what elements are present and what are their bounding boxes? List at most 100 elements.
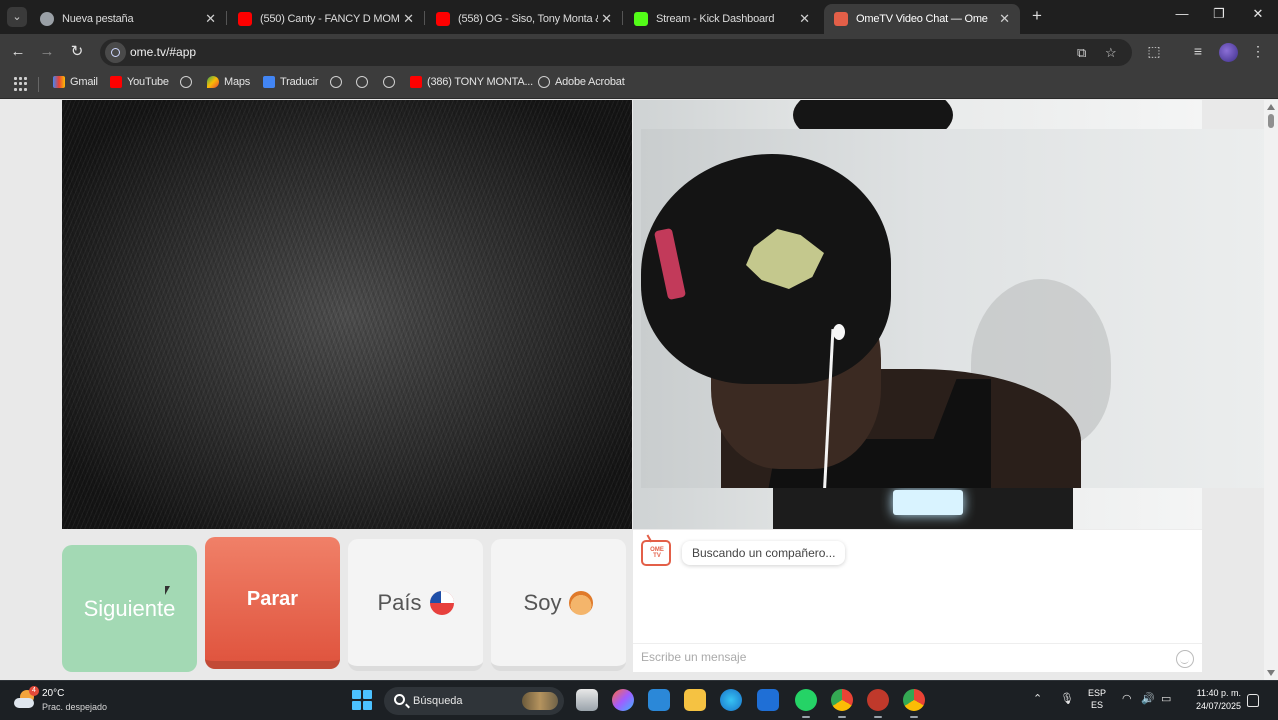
volume-icon[interactable]: 🔊 [1141, 692, 1155, 705]
bookmark-globe[interactable] [180, 76, 197, 88]
edge-icon[interactable] [720, 689, 742, 711]
tab-title: (558) OG - Siso, Tony Monta & [458, 13, 598, 25]
windows-start-icon[interactable] [352, 690, 372, 710]
bookmark-gmail[interactable]: Gmail [53, 76, 98, 88]
bookmark-label: Traducir [280, 76, 319, 88]
translate-icon [263, 76, 275, 88]
globe-icon [180, 76, 192, 88]
tab-title: Nueva pestaña [62, 13, 134, 25]
next-button[interactable]: Siguiente [62, 545, 197, 672]
youtube-icon [238, 12, 252, 26]
bookmark-globe[interactable] [383, 76, 400, 88]
pen-app-icon[interactable] [757, 689, 779, 711]
chrome-icon[interactable] [903, 689, 925, 718]
apps-grid-icon[interactable] [14, 77, 28, 91]
bookmark-maps[interactable]: Maps [207, 76, 250, 88]
me-button-label: Soy [523, 589, 562, 615]
obs-icon[interactable] [867, 689, 889, 718]
weather-badge: 4 [29, 686, 39, 696]
chile-flag-icon [429, 590, 454, 615]
tab-kick-dashboard[interactable]: Stream - Kick Dashboard ✕ [624, 4, 820, 34]
stop-button[interactable]: Parar [205, 537, 340, 669]
close-tab-icon[interactable]: ✕ [403, 11, 414, 27]
keyboard-layout: ES [1091, 700, 1104, 710]
emoji-icon[interactable] [1176, 650, 1194, 668]
ometv-logo-text: OME TV [650, 547, 664, 559]
bookmark-youtube-tony[interactable]: (386) TONY MONTA... [410, 76, 533, 88]
file-explorer-icon[interactable] [684, 689, 706, 711]
minimize-icon[interactable]: — [1171, 6, 1193, 21]
chat-message-input[interactable] [641, 650, 1161, 664]
microsoft-store-icon[interactable] [648, 689, 670, 711]
tab-separator [622, 11, 623, 25]
wifi-icon[interactable]: ◠ [1122, 692, 1132, 705]
close-tab-icon[interactable]: ✕ [205, 11, 216, 27]
forward-arrow-icon[interactable]: → [37, 42, 57, 62]
tray-chevron-up-icon[interactable]: ⌃ [1033, 692, 1042, 705]
copilot-icon[interactable] [612, 689, 634, 711]
extensions-icon[interactable]: ⬚ [1144, 43, 1164, 60]
scroll-thumb[interactable] [1268, 114, 1274, 128]
bookmark-label: Maps [224, 76, 251, 88]
site-info-icon[interactable] [105, 42, 126, 63]
browser-toolbar: ← → ↻ ome.tv/#app ⧉ ☆ ⬚ ≡ ⋮ [0, 34, 1278, 70]
menu-kebab-icon[interactable]: ⋮ [1248, 43, 1268, 60]
close-tab-icon[interactable]: ✕ [799, 11, 810, 27]
chrome-icon[interactable] [831, 689, 853, 718]
bookmark-youtube[interactable]: YouTube [110, 76, 169, 88]
new-tab-plus-icon[interactable]: + [1027, 7, 1047, 27]
clock-date: 24/07/2025 [1195, 701, 1241, 711]
tab-ometv[interactable]: OmeTV Video Chat — Ome ✕ [824, 4, 1020, 34]
whatsapp-icon[interactable] [795, 689, 817, 718]
media-controls-icon[interactable]: ≡ [1188, 43, 1208, 59]
search-highlight-image [522, 692, 558, 710]
microphone-icon[interactable]: 🎙 [1060, 692, 1074, 705]
scroll-down-arrow-icon[interactable] [1267, 670, 1275, 676]
task-view-icon[interactable] [576, 689, 598, 711]
system-clock[interactable]: 11:40 p. m. 24/07/2025 [1189, 687, 1241, 713]
tab-youtube-canty[interactable]: (550) Canty - FANCY D MOMEN ✕ [228, 4, 424, 34]
country-button-label: País [377, 589, 422, 615]
tab-separator [226, 11, 227, 25]
ometv-page: Siguiente Parar País Soy OME TV Buscando… [0, 100, 1278, 680]
tab-title: (550) Canty - FANCY D MOMEN [260, 13, 400, 25]
tab-new-tab[interactable]: Nueva pestaña ✕ [30, 4, 226, 34]
battery-icon[interactable]: ▭ [1161, 692, 1171, 705]
globe-icon [538, 76, 550, 88]
chrome-tab-icon [40, 12, 54, 26]
restore-icon[interactable]: ❐ [1208, 6, 1230, 22]
tab-youtube-og[interactable]: (558) OG - Siso, Tony Monta & ✕ [426, 4, 622, 34]
bookmark-adobe-acrobat[interactable]: Adobe Acrobat [538, 76, 625, 88]
bookmark-translate[interactable]: Traducir [263, 76, 319, 88]
chat-panel: OME TV Buscando un compañero... [633, 529, 1202, 672]
next-button-label: Siguiente [83, 595, 176, 621]
youtube-icon [410, 76, 422, 88]
browser-tab-strip: ⌄ Nueva pestaña ✕ (550) Canty - FANCY D … [0, 0, 1278, 34]
close-window-icon[interactable]: ✕ [1247, 6, 1269, 22]
taskbar-search[interactable]: Búsqueda [384, 687, 564, 715]
page-scrollbar[interactable] [1264, 100, 1278, 680]
stop-button-label: Parar [246, 587, 299, 610]
input-language[interactable]: ESP ES [1088, 687, 1106, 711]
bookmark-label: (386) TONY MONTA... [427, 76, 534, 88]
close-tab-icon[interactable]: ✕ [601, 11, 612, 27]
reload-icon[interactable]: ↻ [67, 42, 87, 62]
tab-title: OmeTV Video Chat — Ome [856, 13, 988, 25]
country-select-button[interactable]: País [348, 539, 483, 671]
address-url: ome.tv/#app [130, 45, 197, 59]
address-bar[interactable]: ome.tv/#app ⧉ ☆ [100, 39, 1132, 66]
profile-avatar[interactable] [1219, 43, 1238, 62]
tab-search-chevron-icon[interactable]: ⌄ [7, 7, 27, 27]
back-arrow-icon[interactable]: ← [8, 42, 28, 62]
gender-select-button[interactable]: Soy [491, 539, 626, 671]
cast-icon[interactable]: ⧉ [1077, 45, 1086, 61]
bookmark-globe[interactable] [356, 76, 373, 88]
ometv-icon [834, 12, 848, 26]
close-tab-icon[interactable]: ✕ [999, 11, 1010, 27]
bookmark-globe[interactable] [330, 76, 347, 88]
mouse-cursor-icon [165, 586, 171, 595]
scroll-up-arrow-icon[interactable] [1267, 104, 1275, 110]
bookmark-star-icon[interactable]: ☆ [1105, 45, 1117, 61]
notifications-icon[interactable] [1247, 694, 1259, 707]
bookmarks-bar: Gmail YouTube Maps Traducir (386) TONY M… [0, 70, 1278, 99]
